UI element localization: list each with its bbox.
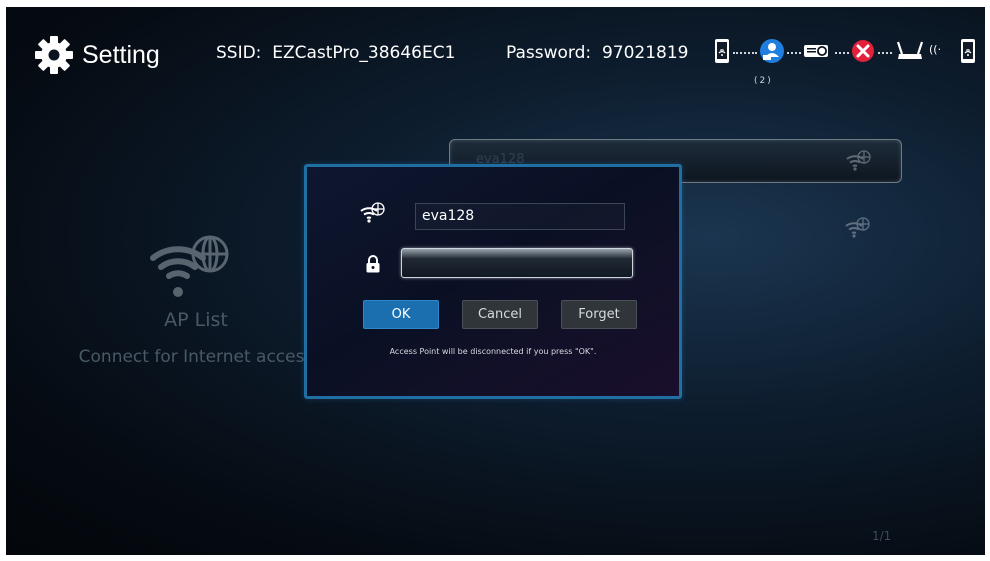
disconnect-warning: Access Point will be disconnected if you… — [389, 347, 597, 356]
lock-icon — [366, 255, 380, 273]
wifi-globe-icon — [846, 150, 871, 171]
projector-icon — [804, 45, 828, 57]
connect-ap-dialog: eva128 OK Cancel Forget Access Point wil… — [304, 164, 682, 399]
page-indicator: 1/1 — [872, 529, 892, 543]
ssid-info: SSID: EZCastPro_38646EC1 — [216, 43, 455, 63]
wifi-wave-icon: ((· — [929, 43, 942, 56]
users-icon — [760, 39, 784, 63]
ssid-value: EZCastPro_38646EC1 — [272, 43, 456, 63]
wifi-globe-icon — [360, 202, 385, 223]
ok-button[interactable]: OK — [363, 300, 439, 329]
gear-icon — [35, 36, 73, 74]
ssid-label: SSID: — [216, 43, 262, 63]
wifi-globe-icon — [150, 235, 229, 297]
password-value: 97021819 — [601, 43, 689, 63]
screen: Setting SSID: EZCastPro_38646EC1 Passwor… — [6, 7, 985, 555]
ssid-field[interactable]: eva128 — [415, 203, 625, 230]
connection-count: (2) — [754, 76, 773, 86]
wifi-globe-icon — [845, 217, 870, 238]
password-info: Password: 97021819 — [506, 43, 688, 63]
password-field[interactable] — [401, 248, 633, 278]
forget-button[interactable]: Forget — [561, 300, 637, 329]
error-icon — [852, 40, 874, 62]
password-label: Password: — [506, 43, 592, 63]
header-title-group: Setting — [34, 35, 160, 75]
page-title: Setting — [82, 40, 160, 69]
cancel-button[interactable]: Cancel — [462, 300, 538, 329]
phone-icon — [961, 39, 975, 63]
phone-icon — [715, 39, 729, 63]
router-icon — [896, 41, 924, 59]
